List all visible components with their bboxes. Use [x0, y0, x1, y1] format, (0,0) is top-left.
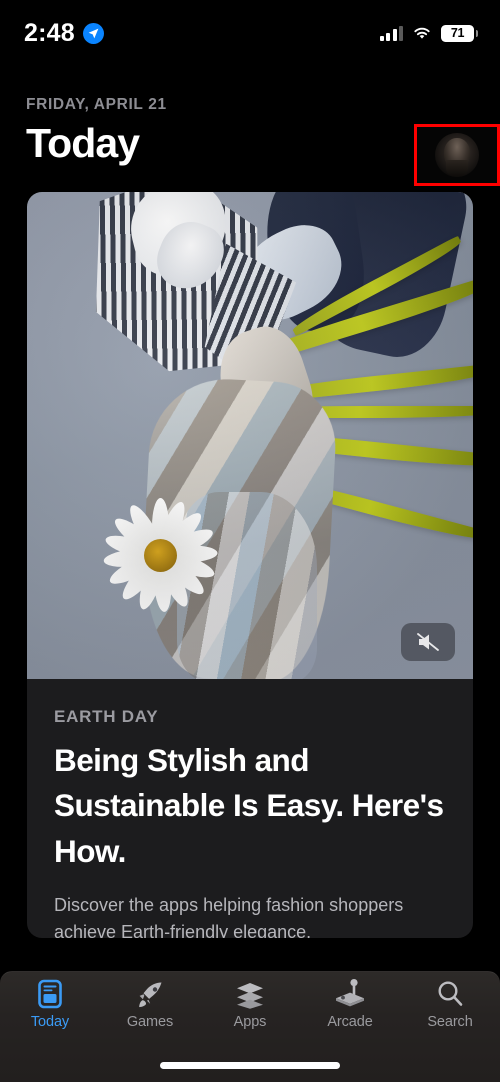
profile-avatar-annotation-box — [414, 124, 500, 186]
profile-avatar[interactable] — [435, 133, 479, 177]
tab-search[interactable]: Search — [400, 979, 500, 1046]
date-label: FRIDAY, APRIL 21 — [26, 96, 167, 113]
story-subcopy: Discover the apps helping fashion shoppe… — [54, 895, 404, 938]
joystick-icon — [334, 979, 366, 1009]
story-text-block: EARTH DAY Being Stylish and Sustainable … — [27, 679, 473, 938]
mute-speaker-icon[interactable] — [401, 623, 455, 661]
status-bar-clock: 2:48 — [24, 18, 75, 47]
tab-bar: Today Games Apps Arcade Search — [0, 971, 500, 1082]
battery-indicator: 71 — [441, 24, 478, 42]
tab-arcade[interactable]: Arcade — [300, 979, 400, 1046]
tab-label-arcade: Arcade — [327, 1014, 373, 1030]
story-hero-image — [27, 192, 473, 679]
tab-label-apps: Apps — [233, 1014, 267, 1030]
status-bar-right: 71 — [379, 24, 478, 42]
story-eyebrow: EARTH DAY — [54, 707, 159, 726]
home-indicator[interactable] — [160, 1062, 340, 1069]
cellular-signal-icon — [379, 25, 403, 41]
rocket-icon — [135, 979, 165, 1009]
location-arrow-icon — [82, 22, 104, 44]
tab-label-games: Games — [126, 1014, 174, 1030]
hero-vignette — [27, 192, 473, 679]
tab-games[interactable]: Games — [100, 979, 200, 1046]
tab-today[interactable]: Today — [0, 979, 100, 1046]
tab-apps[interactable]: Apps — [200, 979, 300, 1046]
page-title: Today — [26, 120, 140, 166]
status-bar: 2:48 71 — [0, 0, 500, 66]
page-header: FRIDAY, APRIL 21 Today — [26, 96, 500, 186]
battery-percent-label: 71 — [450, 26, 465, 40]
status-bar-left: 2:48 — [24, 19, 104, 48]
wifi-icon — [414, 27, 430, 39]
app-store-today-screen: 2:48 71 FRIDAY, APRIL 21 Today EARTH DAY… — [0, 0, 500, 1082]
tab-label-today: Today — [30, 1014, 70, 1030]
magnifier-icon — [435, 979, 465, 1009]
story-headline: Being Stylish and Sustainable Is Easy. H… — [54, 742, 444, 869]
featured-story-card[interactable]: EARTH DAY Being Stylish and Sustainable … — [27, 192, 473, 938]
stacked-layers-icon — [234, 979, 266, 1009]
avatar-beard — [446, 160, 468, 177]
today-card-icon — [37, 979, 63, 1009]
tab-label-search: Search — [427, 1014, 473, 1030]
